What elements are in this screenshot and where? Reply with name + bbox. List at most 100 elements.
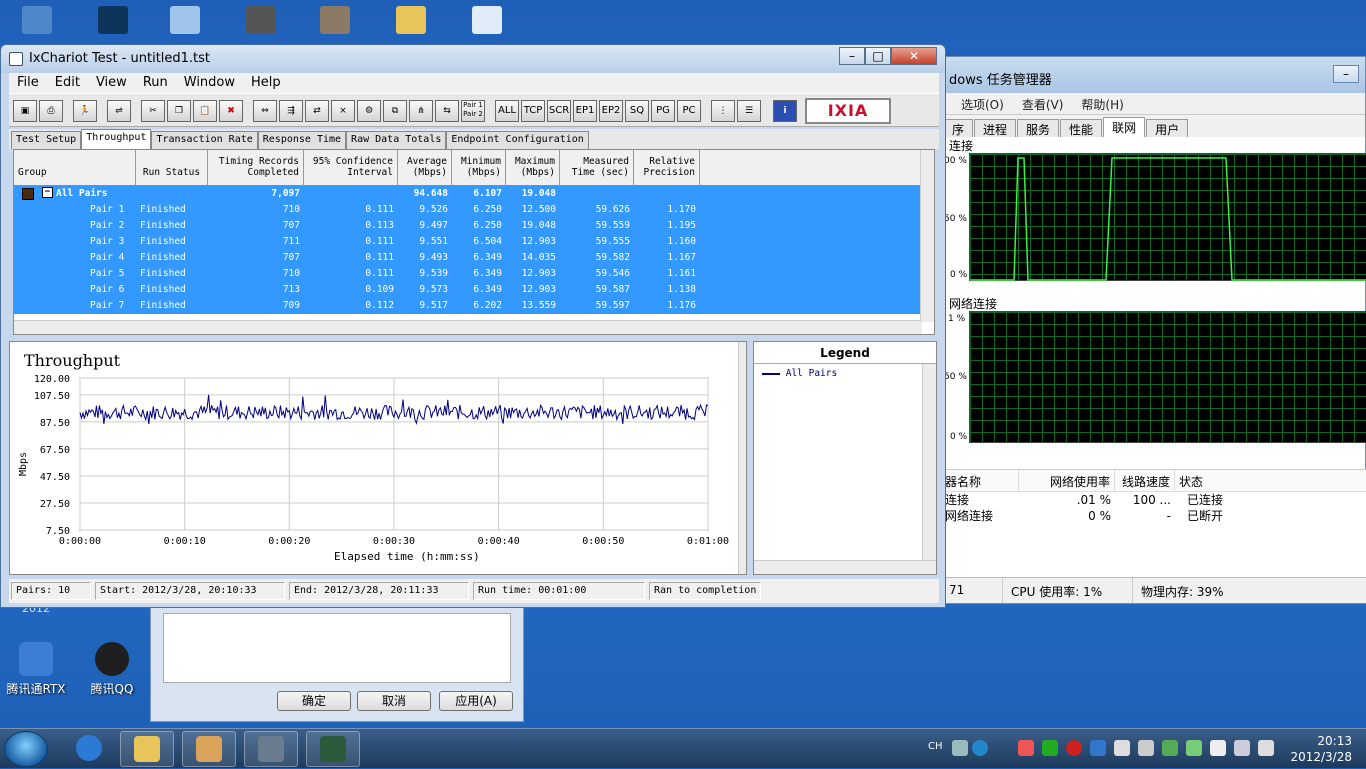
menu-help[interactable]: Help bbox=[243, 73, 289, 93]
tab-performance[interactable]: 性能 bbox=[1060, 119, 1103, 137]
group-icon[interactable]: ⋔ bbox=[409, 100, 433, 122]
table-row[interactable]: Pair 4 Finished 707 0.111 9.493 6.349 14.035 59… bbox=[14, 250, 922, 266]
tab-users[interactable]: 用户 bbox=[1146, 119, 1189, 137]
keyboard-icon[interactable] bbox=[952, 740, 968, 756]
security-icon[interactable] bbox=[1162, 740, 1178, 756]
taskbar-ie[interactable] bbox=[62, 731, 116, 767]
app-tray-icon-3[interactable] bbox=[1066, 740, 1082, 756]
filter-all-button[interactable]: ALL bbox=[495, 100, 519, 122]
filter-pg-button[interactable]: PG bbox=[651, 100, 675, 122]
filter-ep1-button[interactable]: EP1 bbox=[573, 100, 597, 122]
app-tray-icon-2[interactable] bbox=[1042, 740, 1058, 756]
modify-pair-icon[interactable]: ⇄ bbox=[305, 100, 329, 122]
menu-view[interactable]: 查看(V) bbox=[1022, 96, 1064, 114]
taskbar-ixchariot[interactable] bbox=[244, 731, 298, 767]
filter-tcp-button[interactable]: TCP bbox=[521, 100, 545, 122]
legend-horizontal-scrollbar[interactable] bbox=[754, 560, 936, 574]
add-pair-icon[interactable]: ⇔ bbox=[253, 100, 277, 122]
table-row[interactable]: Pair 5 Finished 710 0.111 9.539 6.349 12.903 59… bbox=[14, 266, 922, 282]
apply-button[interactable]: 应用(A) bbox=[439, 691, 513, 711]
app-tray-icon-5[interactable] bbox=[1114, 740, 1130, 756]
window-icon[interactable] bbox=[472, 6, 502, 34]
table-row[interactable]: 连接 .01 % 100 ... 已连接 bbox=[941, 492, 1366, 508]
folder-icon[interactable] bbox=[396, 6, 426, 34]
filter-sq-button[interactable]: SQ bbox=[625, 100, 649, 122]
save-icon[interactable]: ▣ bbox=[13, 100, 37, 122]
cut-icon[interactable]: ✂ bbox=[141, 100, 165, 122]
paste-icon[interactable]: 📋 bbox=[193, 100, 217, 122]
legend-entry[interactable]: All Pairs bbox=[754, 364, 936, 383]
filter-pc-button[interactable]: PC bbox=[677, 100, 701, 122]
table-row-summary[interactable]: − All Pairs 7,097 94.648 6.107 19.048 bbox=[14, 186, 922, 202]
tab-transaction-rate[interactable]: Transaction Rate bbox=[151, 131, 258, 149]
replicate-icon[interactable]: ⨯ bbox=[331, 100, 355, 122]
close-button[interactable]: ✕ bbox=[891, 47, 937, 65]
cancel-button[interactable]: 取消 bbox=[357, 691, 431, 711]
tab-networking[interactable]: 联网 bbox=[1103, 117, 1146, 137]
tab-test-setup[interactable]: Test Setup bbox=[11, 131, 82, 149]
stop-icon[interactable]: ⇌ bbox=[107, 100, 131, 122]
app-icon[interactable] bbox=[246, 6, 276, 34]
menu-file[interactable]: File bbox=[9, 73, 47, 93]
print-icon[interactable]: ⎙ bbox=[39, 100, 63, 122]
col-utilization[interactable]: 网络使用率 bbox=[1019, 470, 1115, 491]
legend-vertical-scrollbar[interactable] bbox=[922, 364, 936, 560]
grid-horizontal-scrollbar[interactable] bbox=[14, 320, 922, 334]
app-tray-icon-4[interactable] bbox=[1090, 740, 1106, 756]
table-row[interactable]: Pair 7 Finished 709 0.112 9.517 6.202 13.559 59… bbox=[14, 298, 922, 314]
edit-pair-icon[interactable]: ⧉ bbox=[383, 100, 407, 122]
help-icon[interactable] bbox=[972, 740, 988, 756]
add-multicast-icon[interactable]: ⇶ bbox=[279, 100, 303, 122]
computer-icon[interactable] bbox=[22, 6, 52, 34]
menu-run[interactable]: Run bbox=[135, 73, 176, 93]
filter-scr-button[interactable]: SCR bbox=[547, 100, 571, 122]
copy-icon[interactable]: ❐ bbox=[167, 100, 191, 122]
menu-window[interactable]: Window bbox=[176, 73, 243, 93]
tab-raw-data-totals[interactable]: Raw Data Totals bbox=[346, 131, 447, 149]
chart-splitter[interactable] bbox=[738, 342, 746, 574]
table-row[interactable]: Pair 3 Finished 711 0.111 9.551 6.504 12.903 59… bbox=[14, 234, 922, 250]
col-maximum[interactable]: Maximum (Mbps) bbox=[506, 150, 560, 186]
col-average[interactable]: Average (Mbps) bbox=[398, 150, 452, 186]
minimize-button[interactable]: – bbox=[839, 47, 865, 65]
photoshop-icon[interactable] bbox=[98, 6, 128, 34]
app-icon-2[interactable] bbox=[320, 6, 350, 34]
taskbar-paint[interactable] bbox=[182, 731, 236, 767]
run-icon[interactable]: 🏃 bbox=[73, 100, 97, 122]
list-view-icon[interactable]: ⋮ bbox=[711, 100, 735, 122]
tab-response-time[interactable]: Response Time bbox=[257, 131, 347, 149]
menu-edit[interactable]: Edit bbox=[47, 73, 88, 93]
pair-order-button[interactable]: Pair 1 Pair 2 bbox=[461, 100, 485, 122]
tab-services[interactable]: 服务 bbox=[1017, 119, 1060, 137]
swap-icon[interactable]: ⨷ bbox=[357, 100, 381, 122]
taskbar-explorer[interactable] bbox=[120, 731, 174, 767]
input-language[interactable]: CH bbox=[928, 741, 943, 752]
maximize-button[interactable]: □ bbox=[865, 47, 891, 65]
tab-throughput[interactable]: Throughput bbox=[81, 129, 152, 149]
col-timing-records[interactable]: Timing Records Completed bbox=[208, 150, 304, 186]
menu-help[interactable]: 帮助(H) bbox=[1081, 96, 1123, 114]
taskbar-task-manager[interactable] bbox=[306, 731, 360, 767]
network-icon[interactable] bbox=[170, 6, 200, 34]
network-tray-icon[interactable] bbox=[1138, 740, 1154, 756]
col-relative-precision[interactable]: Relative Precision bbox=[634, 150, 700, 186]
filter-ep2-button[interactable]: EP2 bbox=[599, 100, 623, 122]
start-button[interactable] bbox=[4, 731, 48, 767]
tab-endpoint-configuration[interactable]: Endpoint Configuration bbox=[446, 131, 589, 149]
renumber-icon[interactable]: ⇆ bbox=[435, 100, 459, 122]
col-state[interactable]: 状态 bbox=[1175, 470, 1267, 491]
table-row[interactable]: Pair 6 Finished 713 0.109 9.573 6.349 12.903 59… bbox=[14, 282, 922, 298]
table-row[interactable]: 网络连接 0 % - 已断开 bbox=[941, 508, 1366, 524]
display-icon[interactable] bbox=[1234, 740, 1250, 756]
col-confidence[interactable]: 95% Confidence Interval bbox=[304, 150, 398, 186]
qq-shortcut[interactable]: 腾讯QQ bbox=[76, 642, 148, 697]
rtx-shortcut[interactable]: 腾讯通RTX bbox=[0, 642, 72, 697]
table-row[interactable]: Pair 1 Finished 710 0.111 9.526 6.250 12.500 59… bbox=[14, 202, 922, 218]
menu-view[interactable]: View bbox=[88, 73, 135, 93]
table-row[interactable]: Pair 2 Finished 707 0.113 9.497 6.250 19.048 59… bbox=[14, 218, 922, 234]
detail-view-icon[interactable]: ☰ bbox=[737, 100, 761, 122]
col-group[interactable]: Group bbox=[14, 150, 136, 186]
col-run-status[interactable]: Run Status bbox=[136, 150, 208, 186]
tab-processes[interactable]: 进程 bbox=[974, 119, 1017, 137]
safety-icon[interactable] bbox=[1186, 740, 1202, 756]
